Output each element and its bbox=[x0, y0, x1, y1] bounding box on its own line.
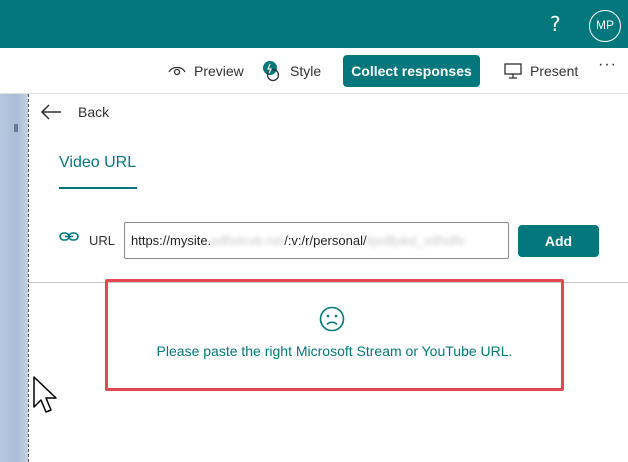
error-highlight-box: Please paste the right Microsoft Stream … bbox=[105, 279, 564, 391]
form-toolbar: Preview Style Collect responses Present … bbox=[0, 48, 628, 94]
link-icon bbox=[59, 232, 79, 241]
user-avatar[interactable]: MP bbox=[589, 10, 621, 42]
help-button[interactable]: ? bbox=[550, 12, 561, 36]
add-button[interactable]: Add bbox=[518, 225, 599, 257]
arrow-left-icon bbox=[40, 104, 61, 120]
mouse-cursor-icon bbox=[33, 376, 57, 413]
preview-button[interactable]: Preview bbox=[168, 59, 244, 83]
eye-icon bbox=[168, 66, 186, 76]
app-header: ? MP bbox=[0, 0, 628, 48]
back-button[interactable]: Back bbox=[40, 104, 109, 120]
back-label: Back bbox=[78, 104, 110, 120]
present-label: Present bbox=[530, 63, 579, 79]
collect-responses-button[interactable]: Collect responses bbox=[343, 55, 480, 87]
palette-icon bbox=[263, 61, 280, 82]
url-text-start: https://mysite. bbox=[131, 233, 212, 248]
tab-video-url[interactable]: Video URL bbox=[59, 154, 136, 172]
present-button[interactable]: Present bbox=[504, 59, 578, 83]
url-text-obscured-1: sdfsdcvb.net bbox=[211, 233, 285, 248]
url-input[interactable]: https://mysite.sdfsdcvb.net/:v:/r/person… bbox=[124, 222, 509, 259]
panel-dashed-border bbox=[28, 94, 29, 462]
left-canvas-strip bbox=[0, 94, 28, 462]
error-message: Please paste the right Microsoft Stream … bbox=[156, 343, 513, 359]
scrollbar-thumb[interactable] bbox=[14, 124, 18, 132]
tab-active-indicator bbox=[59, 187, 137, 189]
more-options-button[interactable]: ··· bbox=[598, 56, 617, 74]
url-label: URL bbox=[89, 233, 116, 248]
style-label: Style bbox=[290, 63, 322, 79]
style-button[interactable]: Style bbox=[262, 59, 321, 83]
url-text-obscured-2: kjsdfjskd_sdfsdfs bbox=[366, 233, 465, 248]
sad-face-icon bbox=[319, 306, 345, 332]
monitor-icon bbox=[504, 63, 522, 79]
url-text-mid: /:v:/r/personal/ bbox=[284, 233, 367, 248]
preview-label: Preview bbox=[194, 63, 244, 79]
